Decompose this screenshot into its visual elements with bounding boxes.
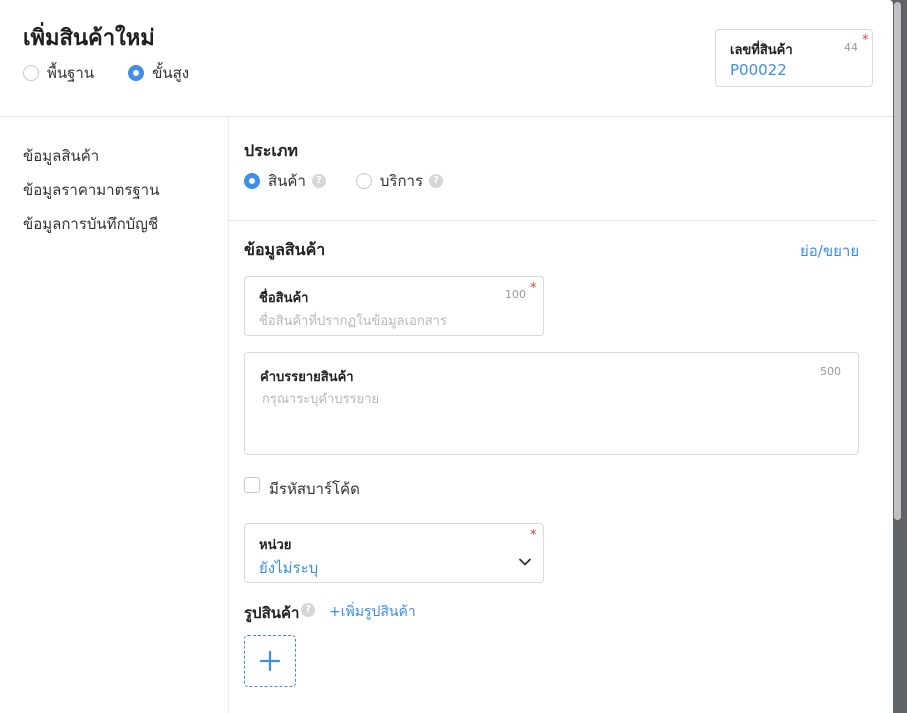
mode-radio-group: พื้นฐาน ขั้นสูง bbox=[23, 61, 223, 85]
scrollbar-thumb[interactable] bbox=[894, 2, 901, 520]
unit-value: ยังไม่ระบุ bbox=[259, 559, 319, 577]
radio-circle-icon bbox=[355, 173, 372, 189]
type-section-title: ประเภท bbox=[244, 141, 298, 160]
barcode-checkbox-label[interactable]: มีรหัสบาร์โค้ด bbox=[269, 477, 360, 501]
help-icon[interactable]: ? bbox=[311, 174, 326, 188]
barcode-checkbox[interactable] bbox=[244, 477, 260, 493]
product-code-value: P00022 bbox=[730, 61, 787, 79]
required-marker: * bbox=[862, 33, 869, 48]
help-icon[interactable]: ? bbox=[301, 603, 315, 617]
product-name-label: ชื่อสินค้า bbox=[259, 291, 309, 306]
product-description-counter: 500 bbox=[820, 365, 841, 378]
product-image-label: รูปสินค้า bbox=[244, 604, 300, 622]
chevron-down-icon bbox=[519, 558, 531, 566]
section-sidebar: ข้อมูลสินค้า ข้อมูลราคามาตรฐาน ข้อมูลการ… bbox=[0, 117, 229, 713]
product-description-label: คำบรรยายสินค้า bbox=[260, 370, 354, 385]
add-product-modal: เพิ่มสินค้าใหม่ พื้นฐาน ขั้นสูง เลขที่สิ… bbox=[0, 0, 893, 713]
mode-basic-radio[interactable]: พื้นฐาน bbox=[23, 61, 94, 85]
collapse-expand-link[interactable]: ย่อ/ขยาย bbox=[800, 239, 859, 263]
type-radio-group: สินค้า ? บริการ ? bbox=[244, 169, 477, 193]
required-marker: * bbox=[530, 528, 537, 543]
modal-header: เพิ่มสินค้าใหม่ พื้นฐาน ขั้นสูง เลขที่สิ… bbox=[0, 0, 893, 117]
product-name-counter: 100 bbox=[505, 288, 526, 301]
radio-circle-icon bbox=[23, 65, 39, 81]
help-icon[interactable]: ? bbox=[429, 174, 444, 188]
radio-selected-icon bbox=[244, 173, 260, 189]
page-title: เพิ่มสินค้าใหม่ bbox=[23, 26, 155, 51]
section-divider bbox=[229, 220, 876, 221]
type-service-label: บริการ bbox=[379, 172, 424, 190]
product-name-placeholder: ชื่อสินค้าที่ปรากฏในข้อมูลเอกสาร bbox=[259, 314, 447, 329]
product-description-field[interactable]: คำบรรยายสินค้า 500 กรุณาระบุคำบรรยาย bbox=[244, 352, 859, 455]
mode-advanced-label: ขั้นสูง bbox=[152, 64, 190, 82]
product-code-field[interactable]: เลขที่สินค้า 44 * P00022 bbox=[715, 29, 873, 87]
required-marker: * bbox=[530, 281, 537, 296]
product-code-label: เลขที่สินค้า bbox=[730, 43, 793, 58]
sidebar-item-product-info[interactable]: ข้อมูลสินค้า bbox=[23, 144, 99, 168]
mode-advanced-radio[interactable]: ขั้นสูง bbox=[128, 61, 189, 85]
add-product-image-link[interactable]: +เพิ่มรูปสินค้า bbox=[329, 601, 416, 623]
mode-basic-label: พื้นฐาน bbox=[47, 64, 95, 82]
product-description-placeholder: กรุณาระบุคำบรรยาย bbox=[262, 392, 380, 407]
product-info-title: ข้อมูลสินค้า bbox=[244, 240, 326, 259]
radio-selected-icon bbox=[128, 65, 145, 81]
sidebar-item-standard-price[interactable]: ข้อมูลราคามาตรฐาน bbox=[23, 178, 159, 202]
product-code-counter: 44 bbox=[844, 41, 858, 54]
sidebar-item-accounting[interactable]: ข้อมูลการบันทึกบัญชี bbox=[23, 212, 158, 236]
unit-select[interactable]: หน่วย * ยังไม่ระบุ bbox=[244, 523, 544, 583]
type-service-radio[interactable]: บริการ ? bbox=[355, 169, 444, 193]
type-goods-radio[interactable]: สินค้า ? bbox=[244, 169, 326, 193]
add-image-button[interactable] bbox=[244, 635, 296, 687]
product-name-field[interactable]: ชื่อสินค้า 100 * ชื่อสินค้าที่ปรากฏในข้อ… bbox=[244, 276, 544, 336]
type-goods-label: สินค้า bbox=[268, 172, 306, 190]
unit-label: หน่วย bbox=[259, 538, 292, 553]
plus-icon bbox=[259, 650, 281, 672]
